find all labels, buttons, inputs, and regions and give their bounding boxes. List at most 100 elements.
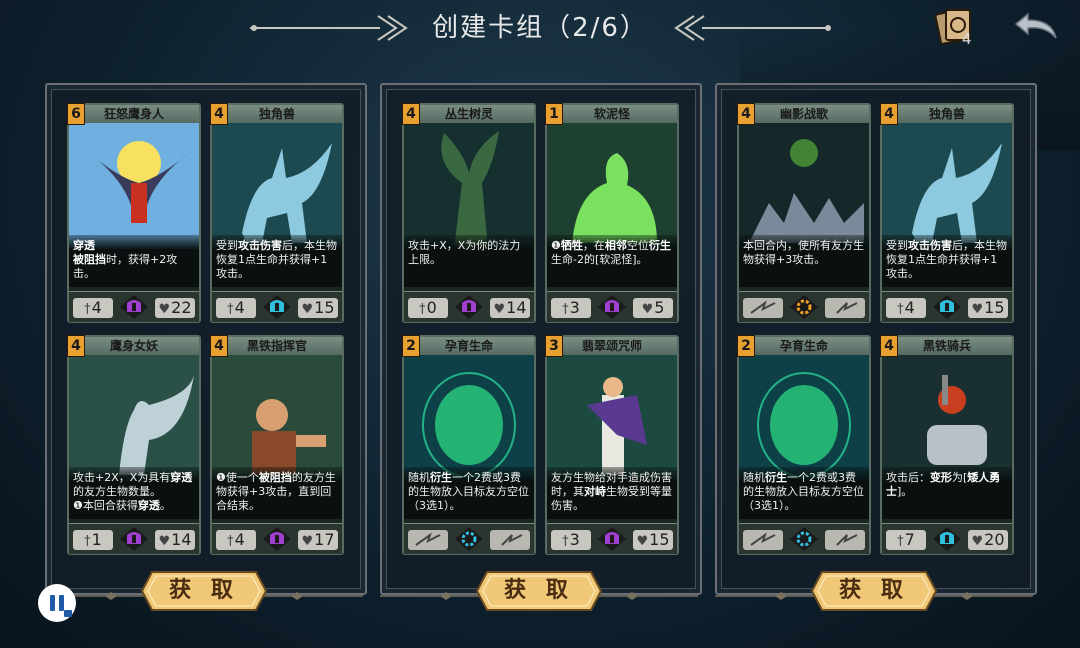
deck-count: 4 (962, 30, 972, 48)
card-art (69, 355, 199, 481)
card-cost: 1 (545, 103, 563, 125)
health-value: 15 (314, 298, 335, 317)
health-value: 17 (314, 530, 335, 549)
card[interactable]: 孕育生命 2 随机衍生一个2费或3费的生物放入目标友方空位（3选1）。 (737, 335, 871, 555)
card[interactable]: 丛生树灵 4 攻击+X，X为你的法力上限。 †0 ♥14 (402, 103, 536, 323)
card-description: 受到攻击伤害后，本生物恢复1点生命并获得+1攻击。 (212, 235, 342, 287)
health-stat: ♥14 (155, 530, 195, 550)
sun-orange-icon (786, 294, 822, 320)
heart-icon: ♥ (641, 302, 654, 317)
card-description: 攻击后：变形为[矮人勇士]。 (882, 467, 1012, 519)
card-cost: 4 (210, 335, 228, 357)
card[interactable]: 孕育生命 2 随机衍生一个2费或3费的生物放入目标友方空位（3选1）。 (402, 335, 536, 555)
card-description: 受到攻击伤害后，本生物恢复1点生命并获得+1攻击。 (882, 235, 1012, 287)
get-button[interactable]: 获 取 (140, 570, 268, 612)
health-stat: ♥5 (633, 298, 673, 318)
draft-option-panel: 幽影战歌 4 本回合内，使所有友方生物获得+3攻击。 独角兽 4 受到攻击伤害后… (715, 83, 1037, 595)
card-name: 狂怒鹰身人 (69, 105, 199, 123)
card-stats (404, 523, 534, 554)
health-value: 15 (984, 298, 1005, 317)
sword-icon: † (897, 302, 904, 317)
helmet-purple-icon (594, 294, 630, 320)
card-name: 鹰身女妖 (69, 337, 199, 355)
back-arrow-icon[interactable] (1012, 10, 1060, 42)
card-cost: 2 (402, 335, 420, 357)
heart-icon: ♥ (158, 534, 171, 549)
attack-value: 4 (234, 298, 245, 317)
sword-icon: † (227, 302, 234, 317)
attack-value: 4 (91, 298, 102, 317)
card-art (547, 123, 677, 249)
lightning-icon (743, 530, 783, 550)
card-stats: †3 ♥15 (547, 523, 677, 554)
health-value: 14 (506, 298, 527, 317)
card[interactable]: 独角兽 4 受到攻击伤害后，本生物恢复1点生命并获得+1攻击。 †4 ♥15 (210, 103, 344, 323)
health-stat: ♥22 (155, 298, 195, 318)
card-stats: †7 ♥20 (882, 523, 1012, 554)
health-value: 5 (654, 298, 665, 317)
heart-icon: ♥ (493, 302, 506, 317)
card-description: 随机衍生一个2费或3费的生物放入目标友方空位（3选1）。 (739, 467, 869, 519)
card-art (882, 355, 1012, 481)
card-description: ❶牺牲，在相邻空位衍生生命-2的[软泥怪]。 (547, 235, 677, 287)
card[interactable]: 独角兽 4 受到攻击伤害后，本生物恢复1点生命并获得+1攻击。 †4 ♥15 (880, 103, 1014, 323)
card-name: 黑铁指挥官 (212, 337, 342, 355)
card-stats (739, 523, 869, 554)
card-description: 穿透 被阻挡时，获得+2攻击。 (69, 235, 199, 287)
card-name: 孕育生命 (404, 337, 534, 355)
card-stats: †4 ♥22 (69, 291, 199, 322)
pause-button[interactable] (38, 584, 76, 622)
card-name: 丛生树灵 (404, 105, 534, 123)
card[interactable]: 黑铁骑兵 4 攻击后：变形为[矮人勇士]。 †7 ♥20 (880, 335, 1014, 555)
attack-value: 7 (904, 530, 915, 549)
card-cost: 4 (402, 103, 420, 125)
heart-icon: ♥ (636, 534, 649, 549)
attack-stat: †4 (216, 298, 256, 318)
sword-icon: † (562, 302, 569, 317)
health-stat: ♥15 (968, 298, 1008, 318)
card-art (212, 355, 342, 481)
card-name: 黑铁骑兵 (882, 337, 1012, 355)
attack-stat: †3 (551, 530, 591, 550)
attack-stat: †4 (216, 530, 256, 550)
draft-option-panel: 狂怒鹰身人 6 穿透 被阻挡时，获得+2攻击。 †4 ♥22 独角兽 4 受到攻击… (45, 83, 367, 595)
attack-value: 4 (904, 298, 915, 317)
helmet-purple-icon (451, 294, 487, 320)
gear-cyan-icon (451, 526, 487, 552)
page-title: 创建卡组（2/6） (432, 13, 648, 43)
card-description: 友方生物给对手造成伤害时，其对峙生物受到等量伤害。 (547, 467, 677, 519)
get-button[interactable]: 获 取 (810, 570, 938, 612)
attack-value: 3 (569, 530, 580, 549)
card-art (882, 123, 1012, 249)
sword-icon: † (897, 534, 904, 549)
card-art (547, 355, 677, 481)
card-name: 软泥怪 (547, 105, 677, 123)
card-art (69, 123, 199, 249)
sword-icon: † (562, 534, 569, 549)
card[interactable]: 黑铁指挥官 4 ❶使一个被阻挡的友方生物获得+3攻击，直到回合结束。 †4 ♥1… (210, 335, 344, 555)
card-stats: †4 ♥15 (212, 291, 342, 322)
attack-value: 1 (91, 530, 102, 549)
card-description: 攻击+X，X为你的法力上限。 (404, 235, 534, 287)
card-art (404, 123, 534, 249)
card[interactable]: 翡翠颂咒师 3 友方生物给对手造成伤害时，其对峙生物受到等量伤害。 †3 ♥15 (545, 335, 679, 555)
health-stat: ♥15 (298, 298, 338, 318)
attack-value: 0 (426, 298, 437, 317)
card-cost: 4 (737, 103, 755, 125)
card[interactable]: 鹰身女妖 4 攻击+2X，X为具有穿透的友方生物数量。 ❶本回合获得穿透。 †1 … (67, 335, 201, 555)
get-button[interactable]: 获 取 (475, 570, 603, 612)
card[interactable]: 狂怒鹰身人 6 穿透 被阻挡时，获得+2攻击。 †4 ♥22 (67, 103, 201, 323)
card[interactable]: 幽影战歌 4 本回合内，使所有友方生物获得+3攻击。 (737, 103, 871, 323)
helmet-purple-icon (116, 526, 152, 552)
card-cost: 4 (67, 335, 85, 357)
card-stats: †3 ♥5 (547, 291, 677, 322)
card-cost: 4 (880, 103, 898, 125)
heart-icon: ♥ (301, 534, 314, 549)
card-art (739, 123, 869, 249)
health-value: 22 (171, 298, 192, 317)
heart-icon: ♥ (158, 302, 171, 317)
card-name: 独角兽 (212, 105, 342, 123)
card[interactable]: 软泥怪 1 ❶牺牲，在相邻空位衍生生命-2的[软泥怪]。 †3 ♥5 (545, 103, 679, 323)
card-stats: †1 ♥14 (69, 523, 199, 554)
sword-icon: † (419, 302, 426, 317)
